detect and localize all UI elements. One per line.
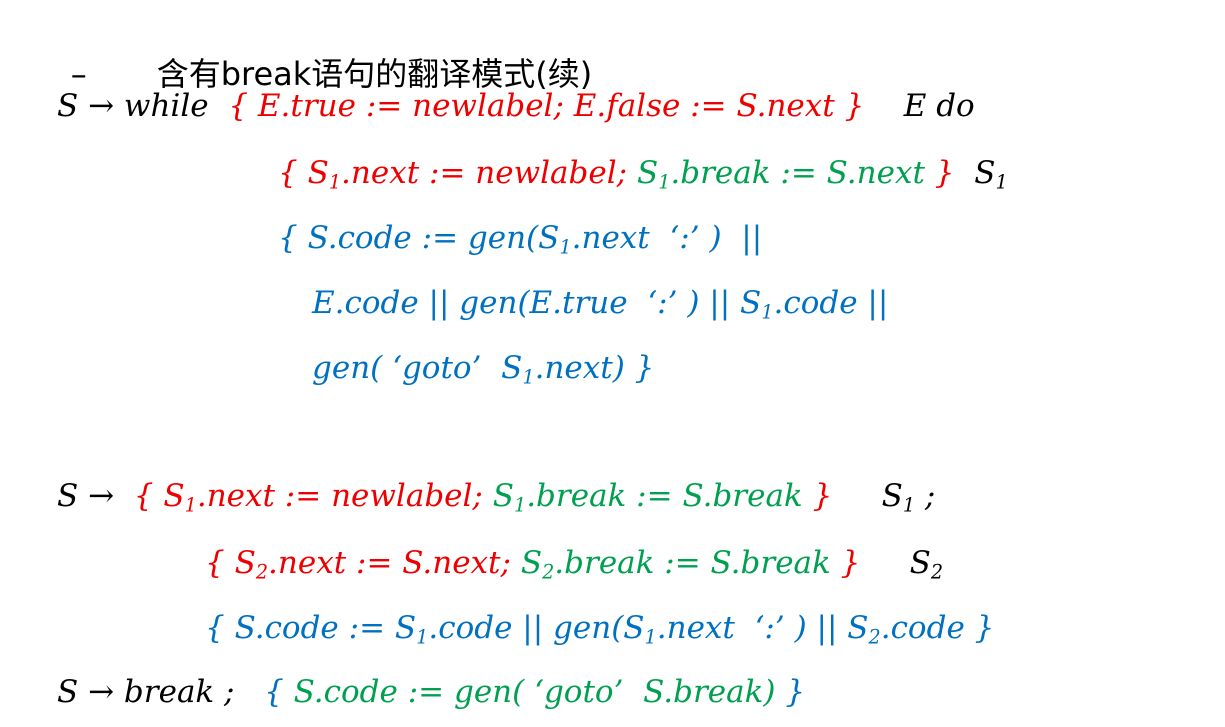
formula-segment: .break := S.break <box>526 478 803 514</box>
formula-segment: .next) } <box>534 350 655 386</box>
formula-segment: .break := S.next <box>670 155 925 191</box>
formula-segment: S <box>57 88 89 124</box>
formula-segment: S <box>860 545 931 581</box>
formula-segment: → <box>88 88 115 124</box>
formula-segment: ; <box>915 478 936 514</box>
subscript: 2 <box>868 625 881 649</box>
subscript: 2 <box>542 560 555 584</box>
formula-segment: { S <box>133 478 185 514</box>
formula-segment: E.code || gen(E.true ‘:’ ) || S <box>312 285 762 321</box>
formula-segment: { S.code := gen(S <box>278 220 560 256</box>
formula-segment: S <box>57 478 89 514</box>
formula-segment: { S.code := S <box>205 610 417 646</box>
formula-segment: { <box>264 674 294 710</box>
rule-while-line-3: { S.code := gen(S1.next ‘:’ ) || <box>278 218 762 258</box>
subscript: 1 <box>416 625 429 649</box>
formula-segment: } <box>924 155 955 191</box>
subscript: 1 <box>658 170 671 194</box>
formula-segment: .next := newlabel; <box>196 478 493 514</box>
formula-segment: } <box>775 674 806 710</box>
subscript: 2 <box>930 560 944 584</box>
formula-segment: .next := newlabel; <box>341 155 637 191</box>
formula-segment: .next ‘:’ ) || S <box>656 610 869 646</box>
formula-segment: break ; <box>114 674 265 710</box>
formula-segment: S.code := gen( ‘goto’ S.break) <box>293 674 776 710</box>
formula-segment: .code } <box>880 610 995 646</box>
formula-segment: { E.true := newlabel; E.false := S.next … <box>228 88 865 124</box>
subscript: 1 <box>559 235 572 259</box>
formula-segment: .break := S.break <box>554 545 831 581</box>
subscript: 1 <box>902 493 916 517</box>
formula-segment: S <box>636 155 659 191</box>
rule-break-line: S → break ; { S.code := gen( ‘goto’ S.br… <box>57 672 805 712</box>
subscript: 1 <box>761 300 774 324</box>
rule-while-line-4: E.code || gen(E.true ‘:’ ) || S1.code || <box>312 283 888 323</box>
formula-segment: → <box>88 674 115 710</box>
rule-while-line-1: S → while { E.true := newlabel; E.false … <box>57 86 975 126</box>
formula-segment: .next := S.next; <box>268 545 521 581</box>
formula-segment: S <box>832 478 903 514</box>
rule-seq-line-2: { S2.next := S.next; S2.break := S.break… <box>205 543 943 583</box>
rule-seq-line-3: { S.code := S1.code || gen(S1.next ‘:’ )… <box>205 608 994 648</box>
formula-segment: S <box>954 155 996 191</box>
formula-segment: S <box>57 674 89 710</box>
formula-segment: .code || <box>773 285 889 321</box>
formula-segment: S <box>492 478 514 514</box>
formula-segment: S <box>520 545 543 581</box>
formula-segment: { S <box>278 155 329 191</box>
formula-segment: .next ‘:’ ) || <box>571 220 763 256</box>
rule-seq-line-1: S → { S1.next := newlabel; S1.break := S… <box>57 476 935 516</box>
formula-segment: { S <box>205 545 256 581</box>
formula-segment: while <box>114 88 229 124</box>
subscript: 1 <box>522 365 535 389</box>
subscript: 1 <box>644 625 657 649</box>
subscript: 2 <box>255 560 269 584</box>
formula-segment: gen( ‘goto’ S <box>312 350 523 386</box>
formula-segment: E do <box>864 88 975 124</box>
formula-segment <box>114 478 134 514</box>
subscript: 1 <box>513 493 527 517</box>
subscript: 1 <box>995 170 1008 194</box>
formula-segment: → <box>88 478 115 514</box>
rule-while-line-2: { S1.next := newlabel; S1.break := S.nex… <box>278 153 1008 193</box>
formula-segment: } <box>830 545 861 581</box>
subscript: 1 <box>184 493 197 517</box>
formula-segment: } <box>802 478 833 514</box>
subscript: 1 <box>328 170 342 194</box>
rule-while-line-5: gen( ‘goto’ S1.next) } <box>312 348 654 388</box>
formula-segment: .code || gen(S <box>428 610 645 646</box>
